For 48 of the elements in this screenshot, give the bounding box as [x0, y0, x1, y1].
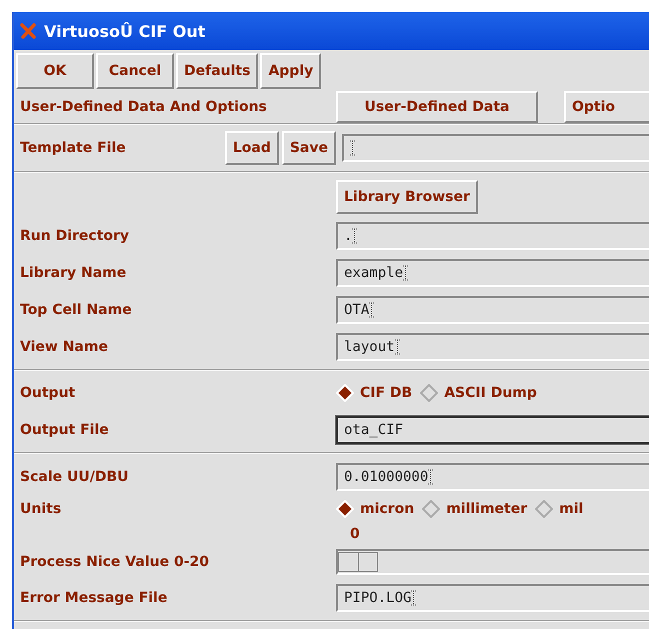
text-field[interactable]: example: [336, 258, 649, 286]
field-label: Scale UU/DBU: [20, 468, 129, 484]
field-label: Library Name: [20, 264, 126, 280]
text-field[interactable]: ota_CIF: [336, 416, 649, 444]
text-field[interactable]: layout: [336, 332, 649, 360]
radio-label: micron: [360, 501, 414, 517]
dialog-button[interactable]: Apply: [260, 53, 322, 89]
radio-label: ASCII Dump: [444, 385, 537, 401]
slider-thumb[interactable]: [338, 552, 378, 572]
section-label: User-Defined Data And Options: [20, 98, 267, 114]
radio-button[interactable]: [422, 500, 440, 518]
text-cursor-icon: [352, 228, 358, 244]
text-field[interactable]: .: [336, 222, 649, 250]
text-field[interactable]: [342, 134, 649, 162]
field-label: Top Cell Name: [20, 302, 132, 318]
text-field[interactable]: 0.01000000: [336, 462, 649, 490]
dialog-button[interactable]: Cancel: [96, 53, 174, 89]
text-field[interactable]: PIPO.LOG: [336, 584, 649, 612]
dialog-button[interactable]: OK: [16, 53, 94, 89]
file-button[interactable]: Load: [224, 131, 279, 165]
file-button[interactable]: Save: [282, 131, 336, 165]
options-button[interactable]: Optio: [564, 90, 649, 122]
slider-reading: 0: [350, 526, 360, 542]
field-label: Process Nice Value 0-20: [20, 554, 209, 570]
text-cursor-icon: [394, 338, 400, 354]
radio-label: millimeter: [446, 501, 528, 517]
x-icon: [20, 23, 36, 39]
field-label: Output: [20, 385, 76, 401]
field-label: Template File: [20, 140, 126, 156]
text-cursor-icon: [403, 264, 408, 280]
field-label: Error Message File: [20, 590, 168, 606]
text-cursor-icon: [350, 140, 355, 156]
field-label: Units: [20, 501, 62, 517]
field-label: Run Directory: [20, 228, 130, 244]
field-label: Output File: [20, 422, 109, 438]
radio-button[interactable]: [535, 500, 554, 518]
text-field[interactable]: OTA: [336, 296, 649, 324]
radio-button[interactable]: [420, 384, 438, 402]
text-cursor-icon: [411, 590, 416, 606]
field-label: View Name: [20, 338, 108, 354]
text-cursor-icon: [428, 468, 434, 484]
window-title: VirtuosoÛ CIF Out: [44, 22, 206, 40]
dialog-button[interactable]: Defaults: [176, 53, 258, 89]
text-cursor-icon: [369, 302, 374, 318]
radio-label: mil: [559, 501, 584, 517]
options-button[interactable]: User-Defined Data: [336, 90, 538, 122]
library-browser-button[interactable]: Library Browser: [336, 180, 478, 214]
radio-label: CIF DB: [360, 385, 412, 401]
